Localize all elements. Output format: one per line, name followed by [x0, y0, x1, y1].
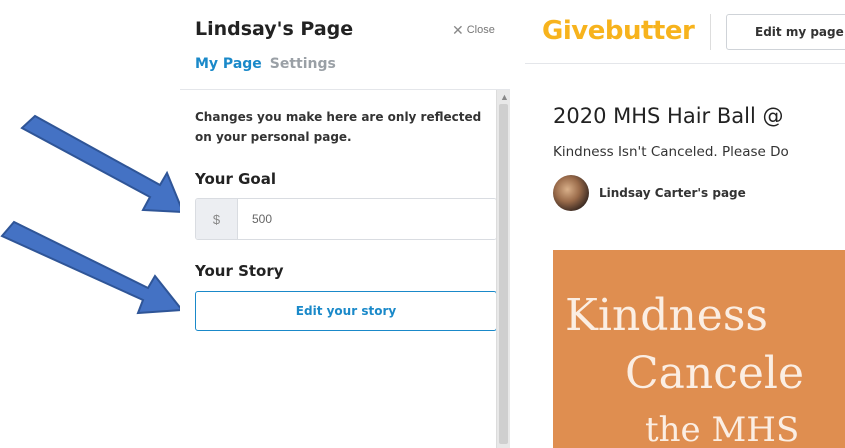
- tab-my-page[interactable]: My Page: [195, 56, 262, 72]
- hero-line-1: Kindness: [565, 290, 768, 341]
- panel-tabs: My Page Settings: [195, 56, 336, 72]
- campaign-page: Givebutter Edit my page 2020 MHS Hair Ba…: [525, 0, 845, 448]
- currency-prefix: $: [196, 199, 238, 239]
- goal-label: Your Goal: [195, 170, 276, 188]
- tab-settings[interactable]: Settings: [270, 56, 336, 72]
- goal-input[interactable]: [238, 199, 496, 239]
- owner-link[interactable]: Lindsay Carter's page: [553, 175, 746, 211]
- campaign-subtitle: Kindness Isn't Canceled. Please Do: [553, 144, 789, 160]
- info-text: Changes you make here are only reflected…: [195, 110, 482, 144]
- edit-story-button[interactable]: Edit your story: [195, 291, 497, 331]
- hero-line-3: the MHS: [645, 410, 800, 448]
- annotation-arrows: [0, 114, 180, 315]
- hero-line-2: Cancele: [625, 348, 805, 399]
- owner-name: Lindsay Carter's page: [599, 186, 746, 200]
- campaign-title: 2020 MHS Hair Ball @: [553, 104, 784, 128]
- close-button[interactable]: ✕ Close: [452, 22, 495, 38]
- top-bar: Givebutter Edit my page: [525, 0, 845, 64]
- close-label: Close: [466, 24, 495, 36]
- arrow-annotation-icon: [20, 114, 180, 213]
- panel-title: Lindsay's Page: [195, 18, 354, 40]
- panel-header: Lindsay's Page ✕ Close My Page Settings: [180, 0, 510, 90]
- goal-field: $: [195, 198, 497, 240]
- edit-page-panel: Lindsay's Page ✕ Close My Page Settings …: [180, 0, 510, 448]
- scroll-up-icon[interactable]: ▲: [500, 92, 509, 102]
- edit-my-page-button[interactable]: Edit my page: [726, 14, 845, 50]
- panel-body: Changes you make here are only reflected…: [180, 90, 497, 448]
- arrow-annotation-icon: [0, 220, 180, 315]
- avatar: [553, 175, 589, 211]
- close-icon: ✕: [452, 22, 464, 38]
- givebutter-logo[interactable]: Givebutter: [542, 16, 695, 46]
- story-label: Your Story: [195, 262, 284, 280]
- panel-scrollbar[interactable]: ▲: [496, 90, 510, 448]
- divider: [710, 14, 711, 50]
- hero-image: Kindness Cancele the MHS: [553, 250, 845, 448]
- scroll-thumb[interactable]: [499, 104, 508, 444]
